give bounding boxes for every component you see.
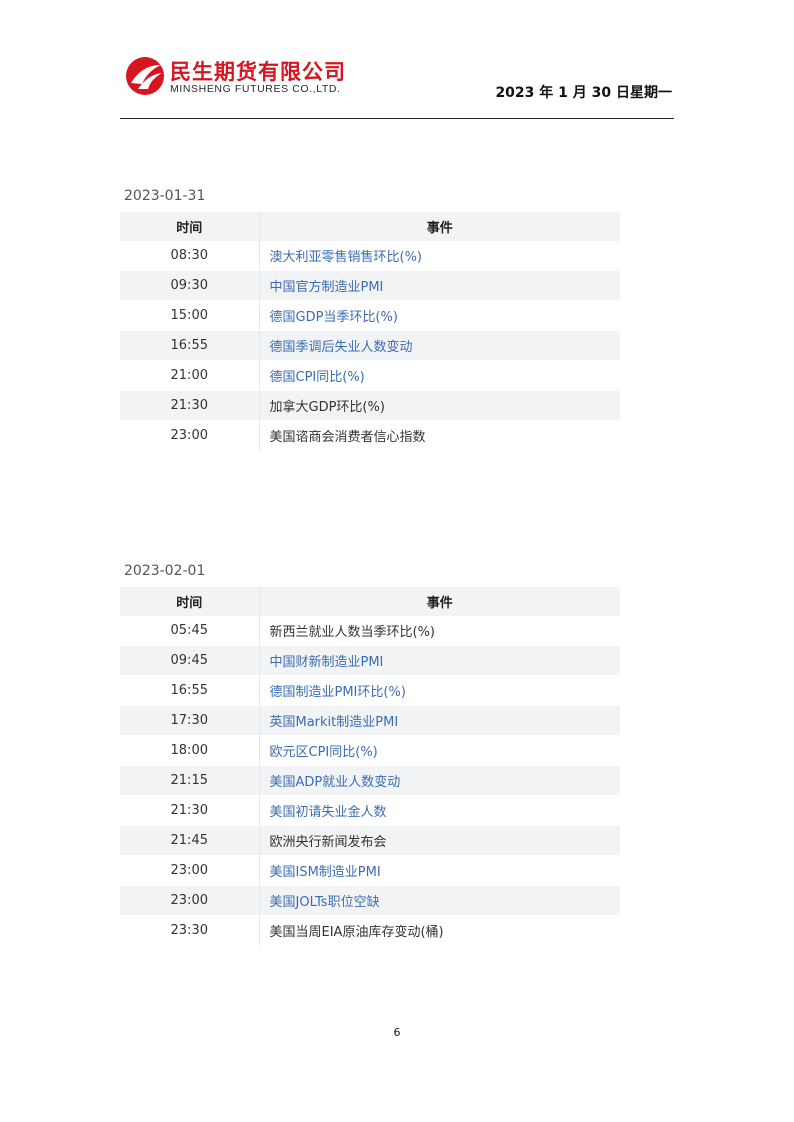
- table-row: 05:45 新西兰就业人数当季环比(%): [120, 616, 620, 646]
- event-cell[interactable]: 美国ADP就业人数变动: [259, 765, 620, 796]
- event-time: 21:15: [120, 765, 260, 796]
- event-cell[interactable]: 德国制造业PMI环比(%): [259, 675, 620, 706]
- table-row: 21:30 加拿大GDP环比(%): [120, 390, 620, 421]
- event-time: 21:00: [120, 360, 260, 391]
- event-time: 23:00: [120, 855, 260, 886]
- event-time: 18:00: [120, 735, 260, 766]
- table-row: 21:45 欧洲央行新闻发布会: [120, 825, 620, 856]
- column-header-event: 事件: [259, 212, 620, 241]
- event-cell: 新西兰就业人数当季环比(%): [259, 616, 620, 646]
- column-header-time: 时间: [120, 212, 260, 241]
- table-row: 23:30 美国当周EIA原油库存变动(桶): [120, 915, 620, 946]
- column-header-time: 时间: [120, 587, 260, 616]
- event-cell[interactable]: 英国Markit制造业PMI: [259, 705, 620, 736]
- event-cell[interactable]: 澳大利亚零售销售环比(%): [259, 241, 620, 271]
- event-time: 21:45: [120, 825, 260, 856]
- event-link[interactable]: 澳大利亚零售销售环比(%): [270, 250, 423, 265]
- event-cell[interactable]: 美国ISM制造业PMI: [259, 855, 620, 886]
- table-row: 15:00 德国GDP当季环比(%): [120, 300, 620, 331]
- event-name: 美国谘商会消费者信心指数: [269, 430, 426, 445]
- event-cell: 美国谘商会消费者信心指数: [259, 420, 620, 451]
- event-link[interactable]: 美国ADP就业人数变动: [270, 775, 401, 790]
- events-table-body: 05:45 新西兰就业人数当季环比(%) 09:45 中国财新制造业PMI 16:55 德…: [120, 616, 620, 946]
- calendar-section-1: 2023-02-01 时间 事件 05:45 新西兰就业人数当季环比(%) 09:4…: [120, 560, 620, 946]
- column-header-event: 事件: [259, 587, 620, 616]
- event-cell[interactable]: 欧元区CPI同比(%): [259, 735, 620, 766]
- table-row: 09:45 中国财新制造业PMI: [120, 645, 620, 676]
- event-cell[interactable]: 德国CPI同比(%): [259, 360, 620, 391]
- event-time: 05:45: [120, 616, 260, 646]
- table-row: 17:30 英国Markit制造业PMI: [120, 705, 620, 736]
- event-link[interactable]: 美国JOLTs职位空缺: [270, 895, 380, 910]
- event-time: 21:30: [120, 795, 260, 826]
- event-time: 16:55: [120, 675, 260, 706]
- event-link[interactable]: 德国季调后失业人数变动: [270, 340, 413, 355]
- event-link[interactable]: 德国制造业PMI环比(%): [270, 685, 406, 700]
- event-time: 23:00: [120, 420, 260, 451]
- table-row: 08:30 澳大利亚零售销售环比(%): [120, 241, 620, 271]
- event-cell[interactable]: 中国财新制造业PMI: [259, 645, 620, 676]
- calendar-section-0: 2023-01-31 时间 事件 08:30 澳大利亚零售销售环比(%) 09:30…: [120, 185, 620, 451]
- event-time: 17:30: [120, 705, 260, 736]
- table-header-row: 时间 事件: [120, 587, 620, 616]
- section-date: 2023-02-01: [124, 563, 206, 579]
- event-link[interactable]: 中国官方制造业PMI: [270, 280, 384, 295]
- events-table-body: 08:30 澳大利亚零售销售环比(%) 09:30 中国官方制造业PMI 15:00 德国…: [120, 241, 620, 451]
- event-time: 16:55: [120, 330, 260, 361]
- company-name-en: MINSHENG FUTURES CO.,LTD.: [170, 83, 341, 95]
- table-row: 23:00 美国ISM制造业PMI: [120, 855, 620, 886]
- event-time: 08:30: [120, 241, 260, 271]
- event-cell[interactable]: 德国GDP当季环比(%): [259, 300, 620, 331]
- event-name: 欧洲央行新闻发布会: [269, 835, 387, 850]
- table-row: 21:15 美国ADP就业人数变动: [120, 765, 620, 796]
- event-link[interactable]: 美国初请失业金人数: [270, 805, 387, 820]
- event-link[interactable]: 美国ISM制造业PMI: [270, 865, 381, 880]
- event-name: 新西兰就业人数当季环比(%): [269, 625, 436, 640]
- table-header-row: 时间 事件: [120, 212, 620, 241]
- event-name: 美国当周EIA原油库存变动(桶): [269, 925, 444, 940]
- event-cell: 欧洲央行新闻发布会: [259, 825, 620, 856]
- event-link[interactable]: 中国财新制造业PMI: [270, 655, 384, 670]
- company-logo-icon: [126, 57, 164, 95]
- event-link[interactable]: 欧元区CPI同比(%): [270, 745, 378, 760]
- table-row: 16:55 德国季调后失业人数变动: [120, 330, 620, 361]
- table-row: 16:55 德国制造业PMI环比(%): [120, 675, 620, 706]
- table-row: 09:30 中国官方制造业PMI: [120, 270, 620, 301]
- table-row: 18:00 欧元区CPI同比(%): [120, 735, 620, 766]
- event-cell: 美国当周EIA原油库存变动(桶): [259, 915, 620, 946]
- section-date: 2023-01-31: [124, 188, 206, 204]
- events-table: 时间 事件 05:45 新西兰就业人数当季环比(%) 09:45 中国财新制造业PMI…: [120, 587, 620, 946]
- table-row: 23:00 美国谘商会消费者信心指数: [120, 420, 620, 451]
- event-time: 23:30: [120, 915, 260, 946]
- event-name: 加拿大GDP环比(%): [269, 400, 385, 415]
- event-link[interactable]: 德国CPI同比(%): [270, 370, 365, 385]
- event-cell: 加拿大GDP环比(%): [259, 390, 620, 421]
- event-cell[interactable]: 中国官方制造业PMI: [259, 270, 620, 301]
- events-table: 时间 事件 08:30 澳大利亚零售销售环比(%) 09:30 中国官方制造业PMI 1…: [120, 212, 620, 451]
- event-time: 09:30: [120, 270, 260, 301]
- event-time: 21:30: [120, 390, 260, 421]
- table-row: 23:00 美国JOLTs职位空缺: [120, 885, 620, 916]
- event-cell[interactable]: 德国季调后失业人数变动: [259, 330, 620, 361]
- event-time: 15:00: [120, 300, 260, 331]
- page-number: 6: [393, 1026, 401, 1039]
- event-link[interactable]: 德国GDP当季环比(%): [270, 310, 398, 325]
- company-name-cn: 民生期货有限公司: [170, 60, 346, 84]
- header-divider: [120, 118, 674, 119]
- event-time: 09:45: [120, 645, 260, 676]
- event-link[interactable]: 英国Markit制造业PMI: [270, 715, 399, 730]
- table-row: 21:30 美国初请失业金人数: [120, 795, 620, 826]
- table-row: 21:00 德国CPI同比(%): [120, 360, 620, 391]
- event-cell[interactable]: 美国JOLTs职位空缺: [259, 885, 620, 916]
- page-header: 民生期货有限公司 MINSHENG FUTURES CO.,LTD. 2023 …: [120, 50, 674, 120]
- report-date: 2023 年 1 月 30 日星期一: [495, 85, 672, 101]
- event-time: 23:00: [120, 885, 260, 916]
- event-cell[interactable]: 美国初请失业金人数: [259, 795, 620, 826]
